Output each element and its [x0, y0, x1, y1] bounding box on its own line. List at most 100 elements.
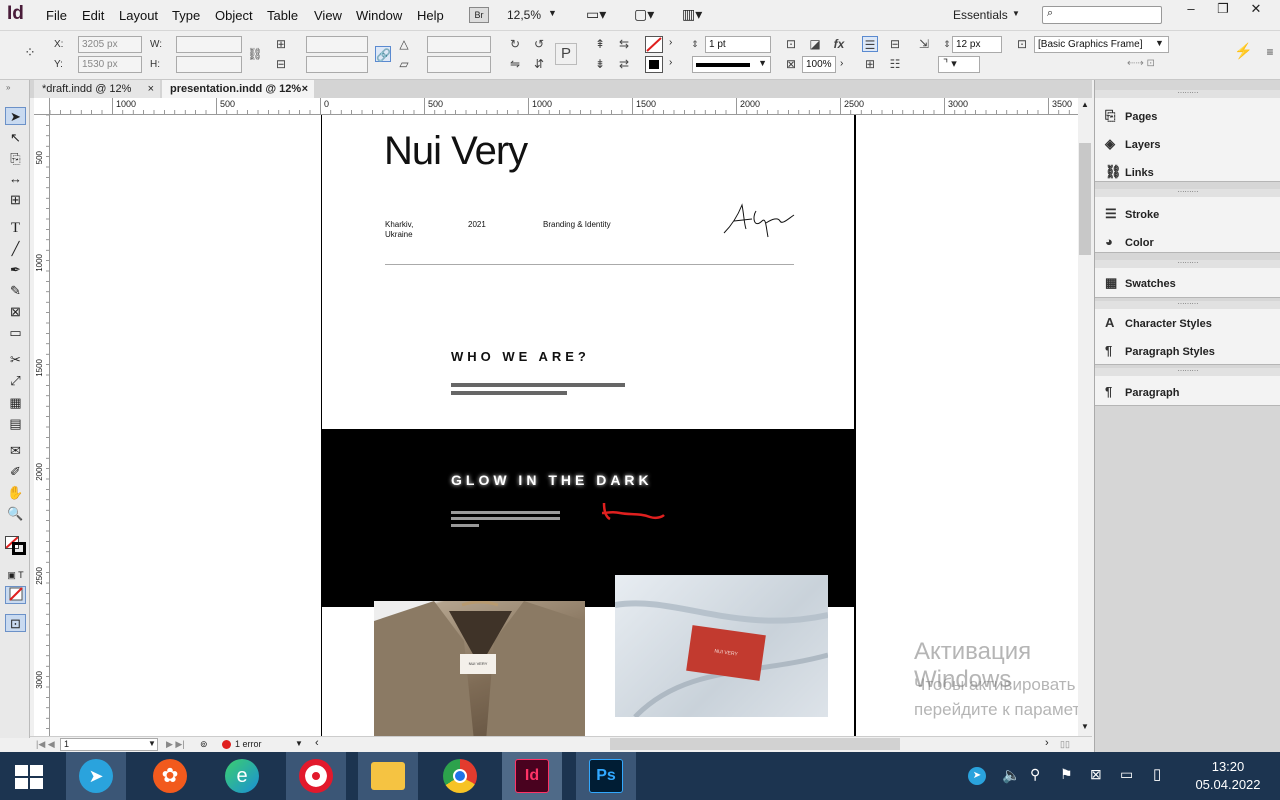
year-text[interactable]: 2021: [468, 220, 486, 229]
gradient-swatch-tool-icon[interactable]: ▦: [5, 394, 26, 412]
panel-grip[interactable]: ⋯⋯⋯: [1095, 301, 1280, 309]
rectangle-tool-icon[interactable]: ▭: [5, 324, 26, 342]
document-title[interactable]: Nui Very: [384, 129, 528, 174]
signature-image[interactable]: [722, 201, 798, 239]
panel-grip[interactable]: ⋯⋯⋯: [1095, 368, 1280, 376]
menu-object[interactable]: Object: [215, 8, 253, 23]
arrange-documents-icon[interactable]: ▥▾: [682, 6, 710, 24]
text-placeholder-bar[interactable]: [451, 524, 479, 527]
stroke-arrow-icon[interactable]: ›: [669, 57, 672, 68]
drop-shadow-icon[interactable]: ◪: [807, 36, 823, 52]
text-frame-icon[interactable]: P: [555, 43, 577, 65]
corner-shape-select[interactable]: ⌝ ▾: [938, 56, 980, 73]
scale-x-field[interactable]: [306, 36, 368, 53]
indesign-app[interactable]: Id: [502, 752, 562, 800]
screen-mode-icon[interactable]: ▢▾: [634, 6, 662, 24]
page-dropdown-icon[interactable]: ▼: [148, 739, 156, 748]
align-top-icon[interactable]: ☰: [862, 36, 878, 52]
select-content-icon[interactable]: ⇟: [592, 56, 608, 72]
free-transform-tool-icon[interactable]: ⤢: [5, 372, 26, 390]
preflight-status[interactable]: 1 error: [235, 739, 262, 749]
view-options-icon[interactable]: ▭▾: [586, 6, 614, 24]
formatting-container-icon[interactable]: ▣ T: [5, 566, 26, 584]
flip-vertical-icon[interactable]: ⇵: [531, 56, 547, 72]
scroll-right-icon[interactable]: ›: [1045, 737, 1049, 749]
layers-panel-button[interactable]: ◈ Layers: [1105, 136, 1160, 152]
selection-tool-icon[interactable]: ➤: [5, 107, 26, 125]
telegram-app[interactable]: ➤: [66, 752, 126, 800]
workspace-dropdown-icon[interactable]: ▼: [1012, 9, 1020, 18]
network-icon[interactable]: ⚲: [1030, 766, 1040, 783]
gap-field[interactable]: 12 px: [952, 36, 1002, 53]
ruler-origin[interactable]: [34, 98, 50, 115]
object-style-select[interactable]: [Basic Graphics Frame]: [1034, 36, 1169, 53]
tools-collapse-icon[interactable]: »: [6, 83, 10, 92]
scroll-thumb[interactable]: [1079, 143, 1091, 255]
menu-file[interactable]: File: [46, 8, 67, 23]
note-tool-icon[interactable]: ✉: [5, 442, 26, 460]
chrome-app[interactable]: [430, 752, 490, 800]
shear-field[interactable]: [427, 56, 491, 73]
tab-close-icon[interactable]: ×: [302, 80, 308, 98]
zoom-level[interactable]: 12,5%: [507, 8, 541, 22]
zoom-dropdown-icon[interactable]: ▼: [548, 8, 557, 18]
pencil-tool-icon[interactable]: ✎: [5, 282, 26, 300]
scroll-down-icon[interactable]: ▼: [1081, 722, 1089, 731]
tab-draft[interactable]: *draft.indd @ 12% ×: [34, 80, 160, 98]
stroke-weight-stepper[interactable]: ⇕: [687, 36, 703, 52]
tray-alert-icon[interactable]: ⚑: [1060, 766, 1073, 783]
rotate-ccw-icon[interactable]: ↺: [531, 36, 547, 52]
stroke-weight-field[interactable]: 1 pt: [705, 36, 771, 53]
workspace-switcher[interactable]: Essentials: [953, 8, 1008, 22]
align-justify-icon[interactable]: ⊞: [862, 56, 878, 72]
quick-apply-icon[interactable]: ⚡: [1234, 44, 1253, 60]
object-style-dropdown-icon[interactable]: ▼: [1155, 38, 1164, 48]
panel-grip[interactable]: ⋯⋯⋯: [1095, 90, 1280, 98]
minimize-button[interactable]: –: [1175, 0, 1207, 20]
menu-table[interactable]: Table: [267, 8, 298, 23]
scroll-left-icon[interactable]: ‹: [315, 737, 319, 749]
gradient-feather-tool-icon[interactable]: ▤: [5, 415, 26, 433]
pages-panel-button[interactable]: ⎘ Pages: [1105, 108, 1157, 124]
scale-y-field[interactable]: [306, 56, 368, 73]
content-collector-tool-icon[interactable]: ⊞: [5, 191, 26, 209]
width-field[interactable]: [176, 36, 242, 53]
zoom-tool-icon[interactable]: 🔍: [5, 505, 26, 523]
type-tool-icon[interactable]: T: [5, 219, 26, 237]
tab-presentation[interactable]: presentation.indd @ 12% ×: [162, 80, 314, 98]
direct-selection-tool-icon[interactable]: ↖: [5, 129, 26, 147]
text-placeholder-bar[interactable]: [451, 517, 560, 520]
y-position-field[interactable]: 1530 px: [78, 56, 142, 73]
rotate-cw-icon[interactable]: ↻: [507, 36, 523, 52]
bridge-button[interactable]: Br: [469, 7, 489, 23]
rotation-field[interactable]: [427, 36, 491, 53]
stroke-swatch-icon[interactable]: [645, 56, 663, 73]
select-previous-icon[interactable]: ⇆: [616, 36, 632, 52]
document-canvas[interactable]: Nui Very Kharkiv, Ukraine 2021 Branding …: [50, 115, 1078, 736]
clock[interactable]: 13:20 05.04.2022: [1190, 758, 1266, 794]
preflight-dropdown-icon[interactable]: ▼: [295, 739, 303, 748]
menu-window[interactable]: Window: [356, 8, 402, 23]
menu-edit[interactable]: Edit: [82, 8, 104, 23]
menu-help[interactable]: Help: [417, 8, 444, 23]
links-panel-button[interactable]: ⛓ Links: [1105, 164, 1154, 180]
search-input[interactable]: ⌕: [1042, 6, 1162, 24]
align-bottom-icon[interactable]: ☷: [887, 56, 903, 72]
hand-tool-icon[interactable]: ✋: [5, 484, 26, 502]
stroke-panel-button[interactable]: ☰ Stroke: [1105, 206, 1159, 222]
opacity-arrow-icon[interactable]: ›: [840, 58, 843, 69]
document-page[interactable]: Nui Very Kharkiv, Ukraine 2021 Branding …: [321, 115, 856, 736]
tray-error-icon[interactable]: ⊠: [1090, 766, 1102, 783]
scissors-tool-icon[interactable]: ✂: [5, 351, 26, 369]
effects-icon[interactable]: fx: [831, 36, 847, 52]
next-page-icon[interactable]: ▶ ▶|: [166, 739, 185, 750]
constrain-proportions-icon[interactable]: ⛓: [247, 46, 263, 62]
menu-view[interactable]: View: [314, 8, 342, 23]
first-page-icon[interactable]: |◀ ◀: [36, 739, 55, 750]
section-heading-who[interactable]: WHO WE ARE?: [451, 349, 590, 364]
fill-arrow-icon[interactable]: ›: [669, 37, 672, 48]
paragraph-styles-panel-button[interactable]: ¶ Paragraph Styles: [1105, 343, 1215, 358]
section-heading-glow[interactable]: GLOW IN THE DARK: [451, 472, 653, 488]
display-icon[interactable]: ▭: [1120, 766, 1133, 783]
horizontal-ruler[interactable]: 1000 500 0 500 1000 1500 2000 2500 3000 …: [50, 98, 1078, 115]
